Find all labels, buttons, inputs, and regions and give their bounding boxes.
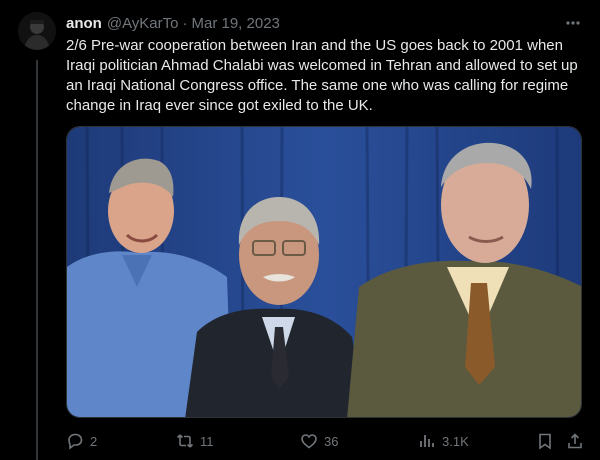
views-icon	[420, 435, 434, 447]
bookmark-button[interactable]	[536, 432, 554, 450]
reply-count: 2	[90, 433, 98, 449]
avatar[interactable]	[18, 12, 56, 50]
share-icon	[568, 433, 582, 449]
heart-icon	[301, 434, 317, 449]
tweet-header: anon @AyKarTo · Mar 19, 2023	[66, 14, 584, 32]
views-button[interactable]: 3.1K	[418, 432, 469, 450]
reply-icon	[68, 433, 83, 450]
like-count: 36	[324, 433, 339, 449]
view-count: 3.1K	[442, 433, 469, 449]
share-button[interactable]	[566, 432, 584, 450]
tweet-photo[interactable]	[66, 126, 582, 418]
like-button[interactable]: 36	[300, 432, 338, 450]
tweet-actions: 2 11 36 3.1K	[66, 430, 588, 452]
retweet-count: 11	[200, 433, 214, 449]
avatar-image	[18, 12, 56, 50]
thread-line	[36, 60, 38, 460]
photo-illustration	[67, 127, 581, 417]
author-handle[interactable]: @AyKarTo	[107, 15, 179, 32]
tweet-date[interactable]: Mar 19, 2023	[192, 15, 280, 32]
reply-button[interactable]: 2	[66, 432, 97, 450]
separator-dot: ·	[182, 14, 188, 32]
more-dots-icon[interactable]	[562, 12, 584, 34]
retweet-icon	[176, 434, 194, 448]
author-name[interactable]: anon	[66, 15, 102, 32]
tweet-text: 2/6 Pre-war cooperation between Iran and…	[66, 37, 578, 114]
bookmark-icon	[539, 433, 551, 450]
retweet-button[interactable]: 11	[176, 432, 214, 450]
